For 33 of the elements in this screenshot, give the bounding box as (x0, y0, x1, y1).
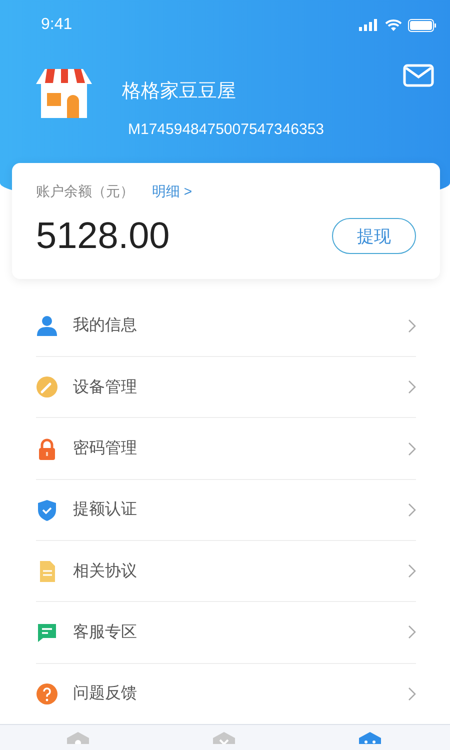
tab-icon[interactable] (64, 732, 92, 744)
menu-item[interactable]: 问题反馈 (73, 683, 408, 704)
wifi-icon (385, 19, 402, 31)
shield-icon (36, 498, 58, 521)
menu-item[interactable]: 相关协议 (73, 560, 408, 582)
chevron-right-icon (408, 318, 416, 333)
chevron-right-icon (408, 686, 416, 701)
tab-icon[interactable] (356, 732, 384, 744)
menu-item[interactable]: 我的信息 (73, 315, 408, 336)
balance-label: 账户余额（元） (36, 183, 134, 202)
merchant-id: M1745948475007547346353 (128, 121, 324, 138)
padlock-icon (36, 438, 58, 460)
question-icon (36, 682, 58, 705)
tab-icon[interactable] (210, 732, 238, 744)
wrench-icon (36, 376, 58, 398)
battery-icon (408, 18, 436, 32)
status-time: 9:41 (41, 16, 74, 34)
menu-item[interactable]: 客服专区 (73, 622, 408, 643)
chevron-right-icon (408, 380, 416, 394)
chevron-right-icon (408, 442, 416, 456)
shop-name: 格格家豆豆屋 (122, 80, 237, 104)
menu-item[interactable]: 密码管理 (73, 438, 408, 460)
signal-icon (359, 19, 379, 31)
person-icon (36, 314, 58, 337)
menu-item[interactable]: 提额认证 (73, 499, 408, 520)
balance-amount: 5128.00 (36, 215, 170, 258)
chat-icon (36, 621, 58, 644)
shop-icon (35, 66, 93, 118)
chevron-right-icon (408, 625, 416, 640)
mail-icon[interactable] (403, 64, 434, 87)
chevron-right-icon (408, 564, 416, 578)
menu-item[interactable]: 设备管理 (73, 376, 408, 398)
chevron-right-icon (408, 502, 416, 517)
